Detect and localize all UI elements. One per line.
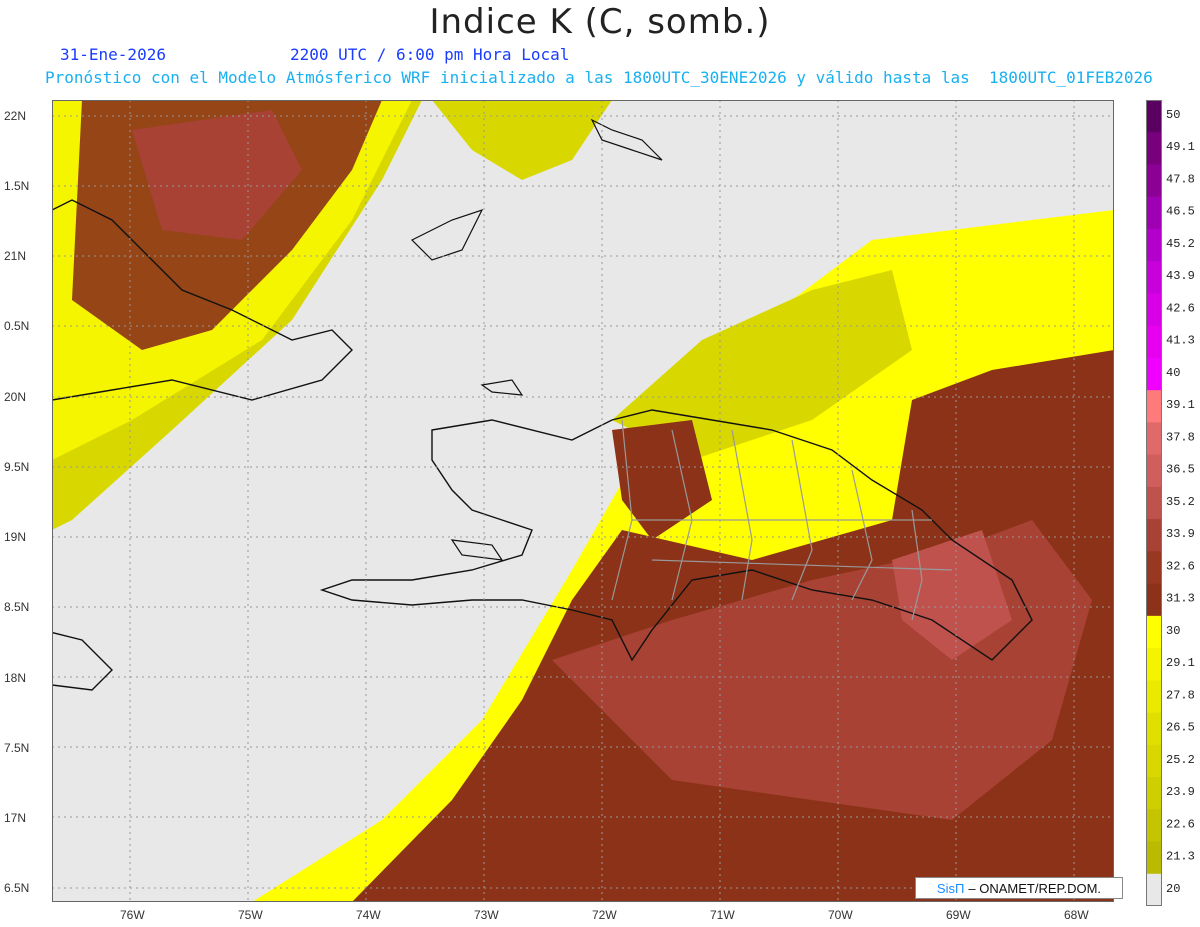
lat-label: 1.5N <box>4 179 30 193</box>
colorbar-swatch <box>1146 712 1162 746</box>
colorbar-swatch <box>1146 873 1162 906</box>
colorbar-label: 29.1 <box>1166 656 1195 670</box>
colorbar-label: 45.2 <box>1166 237 1195 251</box>
lon-label: 71W <box>710 908 735 922</box>
brand-logo: SisΠ <box>936 880 965 896</box>
lat-label: 17N <box>4 811 27 825</box>
colorbar-swatch <box>1146 100 1162 133</box>
colorbar-swatch <box>1146 422 1162 456</box>
lon-label: 75W <box>238 908 263 922</box>
lon-label: 69W <box>946 908 971 922</box>
lat-label: 0.5N <box>4 319 30 333</box>
colorbar-label: 26.5 <box>1166 721 1195 735</box>
colorbar-swatch <box>1146 777 1162 810</box>
colorbar-label: 39.1 <box>1166 398 1195 412</box>
colorbar-label: 22.6 <box>1166 817 1195 831</box>
lon-label: 68W <box>1064 908 1089 922</box>
colorbar-label: 36.5 <box>1166 463 1195 477</box>
colorbar-swatch <box>1146 615 1162 649</box>
colorbar-swatch <box>1146 132 1162 165</box>
lon-label: 72W <box>592 908 617 922</box>
colorbar-swatch <box>1146 744 1162 778</box>
colorbar-swatch <box>1146 261 1162 294</box>
colorbar-label: 21.3 <box>1166 850 1195 864</box>
colorbar-swatch <box>1146 841 1162 875</box>
colorbar-swatch <box>1146 454 1162 488</box>
lat-label: 22N <box>4 109 27 123</box>
lat-label: 19N <box>4 530 27 544</box>
k-index-map <box>52 100 1114 902</box>
lon-label: 70W <box>828 908 853 922</box>
colorbar-label: 20 <box>1166 882 1180 896</box>
colorbar-swatch <box>1146 519 1162 552</box>
colorbar-label: 33.9 <box>1166 527 1195 541</box>
colorbar-swatch <box>1146 809 1162 843</box>
lon-label: 76W <box>120 908 145 922</box>
colorbar-swatch <box>1146 196 1162 230</box>
colorbar-label: 46.5 <box>1166 205 1195 219</box>
colorbar-swatch <box>1146 390 1162 423</box>
colorbar-swatch <box>1146 357 1162 391</box>
lat-label: 8.5N <box>4 600 30 614</box>
colorbar-swatch <box>1146 551 1162 585</box>
colorbar-label: 37.8 <box>1166 430 1195 444</box>
credit-text: – ONAMET/REP.DOM. <box>968 880 1102 896</box>
colorbar-swatch <box>1146 293 1162 327</box>
colorbar-swatch <box>1146 325 1162 359</box>
lon-label: 74W <box>356 908 381 922</box>
time-label: 2200 UTC / 6:00 pm Hora Local <box>290 45 570 64</box>
colorbar-label: 40 <box>1166 366 1180 380</box>
lat-label: 7.5N <box>4 741 30 755</box>
lat-label: 18N <box>4 671 27 685</box>
lat-label: 6.5N <box>4 881 30 895</box>
lat-label: 9.5N <box>4 460 30 474</box>
map-title: Indice K (C, somb.) <box>429 2 771 42</box>
colorbar-label: 35.2 <box>1166 495 1195 509</box>
date-label: 31-Ene-2026 <box>60 45 166 64</box>
colorbar-swatch <box>1146 648 1162 681</box>
colorbar-swatch <box>1146 486 1162 520</box>
colorbar-swatch <box>1146 680 1162 714</box>
colorbar-label: 49.1 <box>1166 140 1195 154</box>
colorbar-label: 31.3 <box>1166 592 1195 606</box>
colorbar-label: 42.6 <box>1166 301 1195 315</box>
colorbar-label: 43.9 <box>1166 269 1195 283</box>
colorbar-label: 50 <box>1166 108 1180 122</box>
colorbar-label: 30 <box>1166 624 1180 638</box>
colorbar-label: 47.8 <box>1166 172 1195 186</box>
colorbar-label: 41.3 <box>1166 334 1195 348</box>
lat-label: 20N <box>4 390 27 404</box>
colorbar-label: 23.9 <box>1166 785 1195 799</box>
colorbar-label: 27.8 <box>1166 688 1195 702</box>
colorbar-swatch <box>1146 164 1162 198</box>
colorbar: 50 49.1 47.8 46.5 45.2 43.9 42.6 41.3 40 39.1 37.8… <box>1146 100 1195 906</box>
colorbar-swatch <box>1146 228 1162 262</box>
lat-label: 21N <box>4 249 27 263</box>
colorbar-swatch <box>1146 583 1162 617</box>
colorbar-label: 32.6 <box>1166 559 1195 573</box>
colorbar-label: 25.2 <box>1166 753 1195 767</box>
credit-box: SisΠ – ONAMET/REP.DOM. <box>915 877 1123 899</box>
forecast-description: Pronóstico con el Modelo Atmósferico WRF… <box>45 68 1153 87</box>
lon-label: 73W <box>474 908 499 922</box>
